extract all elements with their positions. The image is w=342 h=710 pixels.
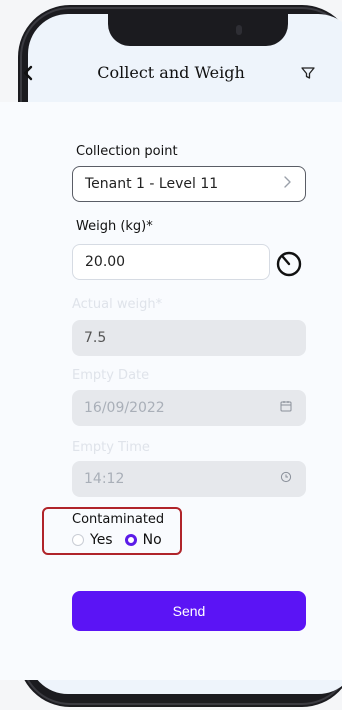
weigh-value: 20.00 bbox=[85, 254, 126, 270]
actual-weigh-value: 7.5 bbox=[84, 330, 107, 346]
timer-icon bbox=[276, 251, 302, 277]
radio-no[interactable] bbox=[124, 534, 137, 546]
clock-icon bbox=[280, 471, 292, 487]
filter-icon bbox=[301, 67, 315, 79]
radio-yes-label[interactable]: Yes bbox=[90, 532, 113, 548]
send-button[interactable]: Send bbox=[72, 591, 306, 631]
chevron-right-icon bbox=[283, 176, 291, 192]
contaminated-radio-group: Yes No bbox=[72, 532, 174, 548]
weigh-input[interactable]: 20.00 bbox=[72, 244, 270, 280]
collection-point-value: Tenant 1 - Level 11 bbox=[85, 176, 219, 192]
camera-icon bbox=[236, 25, 242, 35]
empty-date-value: 16/09/2022 bbox=[84, 400, 165, 416]
collection-point-select[interactable]: Tenant 1 - Level 11 bbox=[72, 166, 306, 202]
empty-time-field: 14:12 bbox=[72, 461, 306, 497]
actual-weigh-field: 7.5 bbox=[72, 320, 306, 356]
empty-date-label: Empty Date bbox=[72, 368, 150, 383]
radio-yes[interactable] bbox=[72, 534, 84, 546]
phone-notch bbox=[108, 14, 288, 46]
timer-button[interactable] bbox=[274, 248, 304, 278]
empty-time-label: Empty Time bbox=[72, 440, 150, 455]
radio-no-label[interactable]: No bbox=[143, 532, 162, 548]
empty-time-value: 14:12 bbox=[84, 471, 125, 487]
empty-date-field: 16/09/2022 bbox=[72, 390, 306, 426]
collection-point-label: Collection point bbox=[76, 144, 178, 159]
page-title: Collect and Weigh bbox=[97, 63, 245, 82]
weigh-label: Weigh (kg)* bbox=[76, 219, 153, 234]
filter-button[interactable] bbox=[300, 65, 316, 81]
contaminated-label: Contaminated bbox=[72, 512, 165, 527]
calendar-icon bbox=[280, 400, 292, 416]
actual-weigh-label: Actual weigh* bbox=[72, 297, 163, 312]
app-header: Collect and Weigh bbox=[0, 58, 342, 88]
